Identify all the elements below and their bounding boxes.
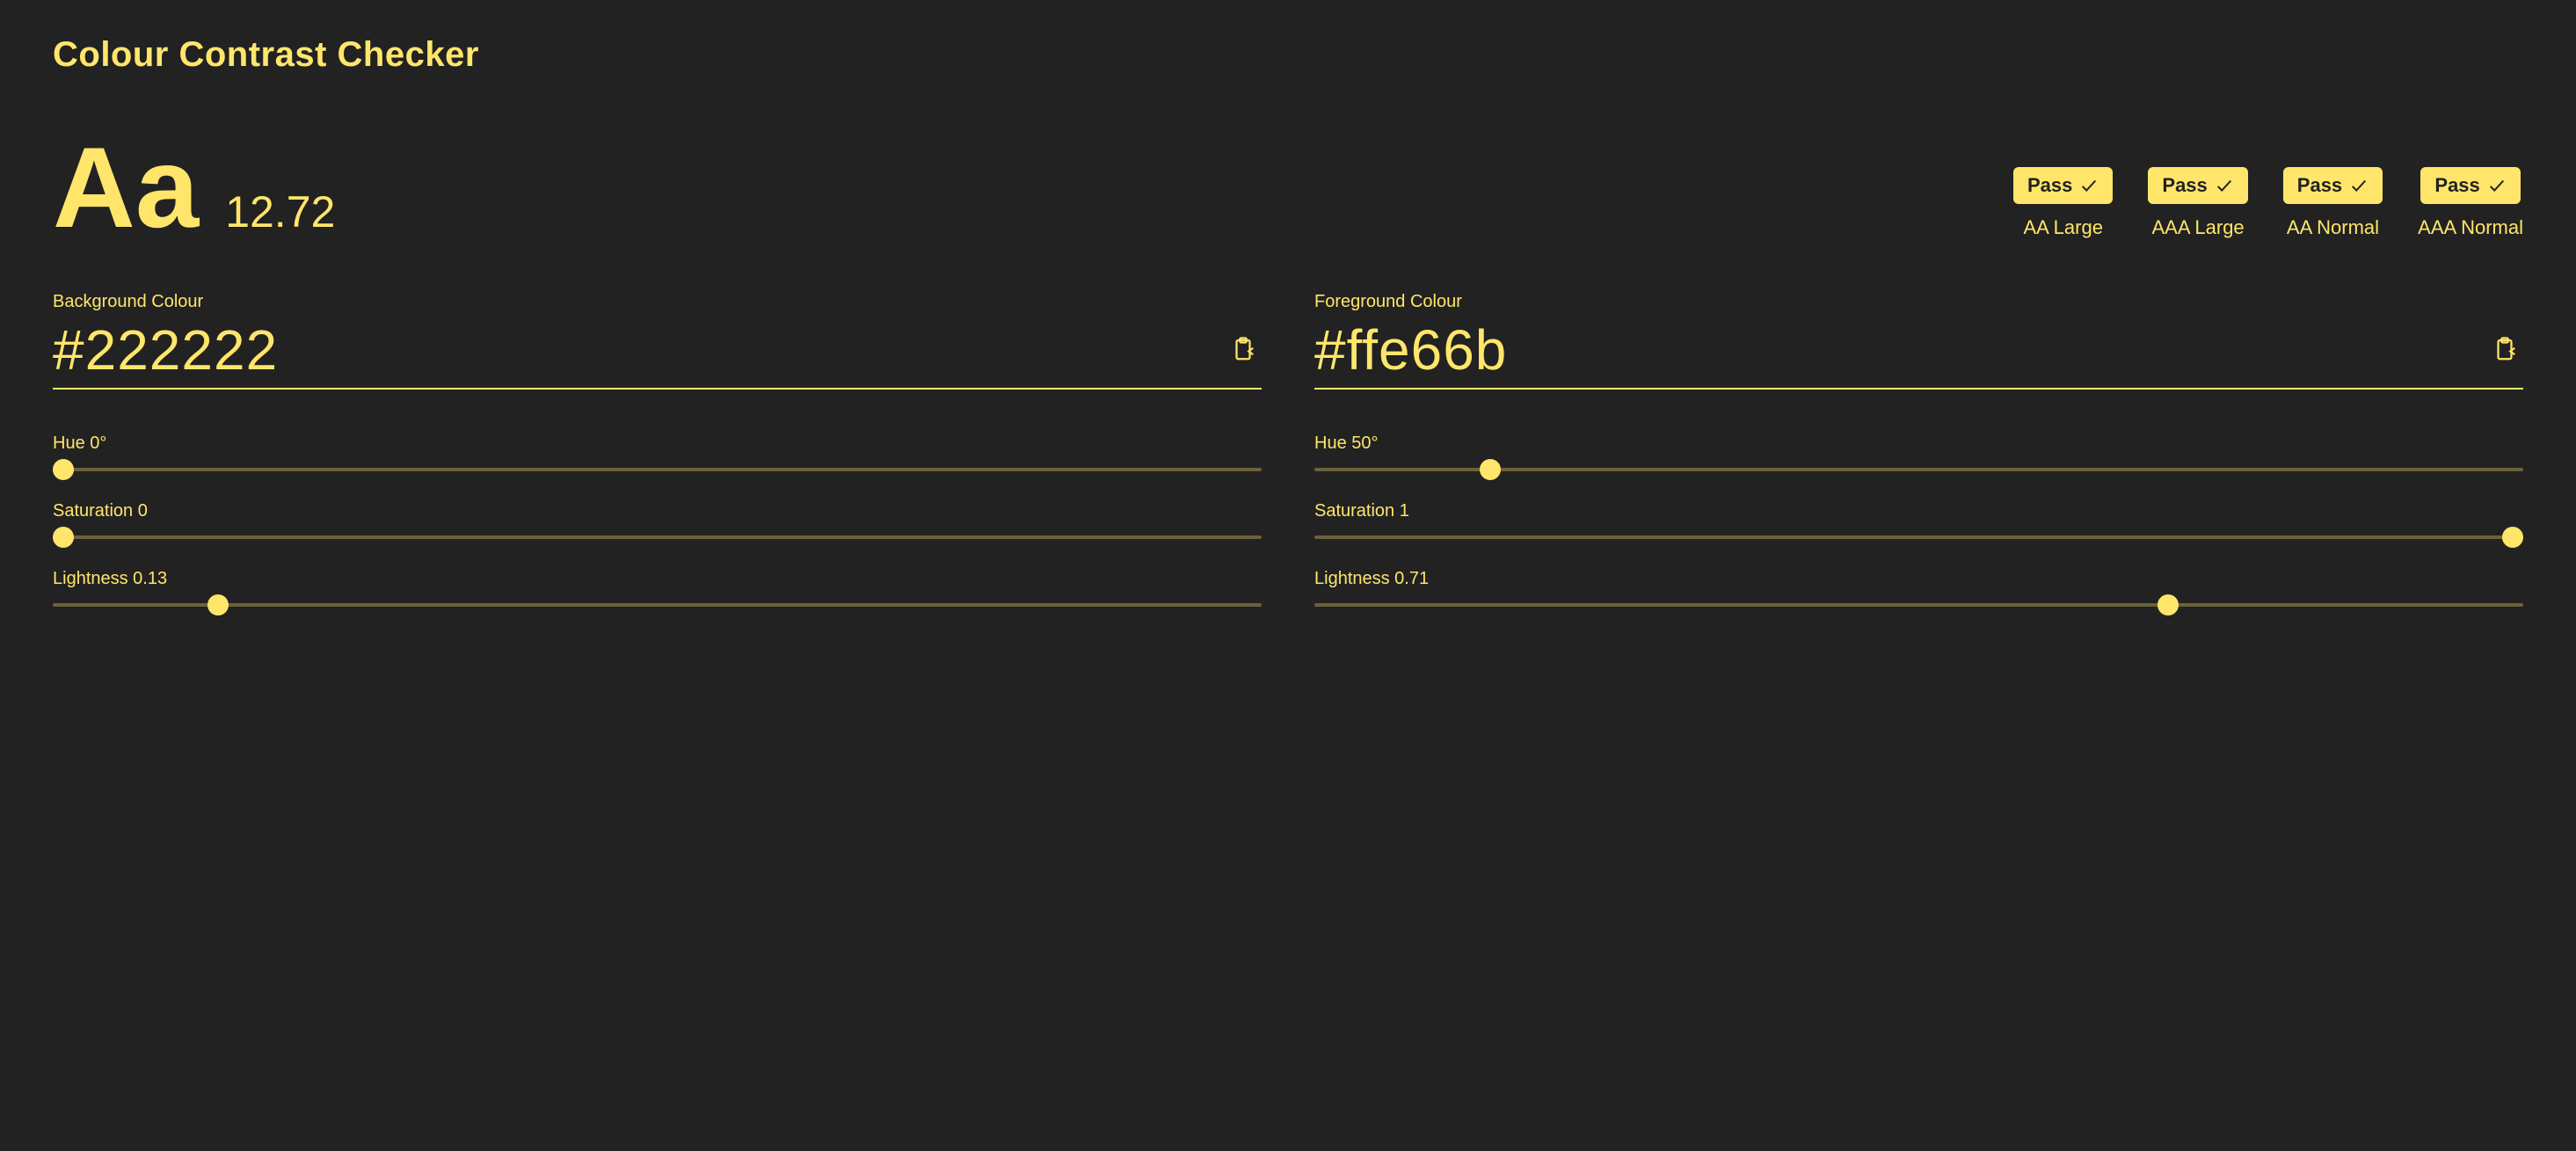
bg-saturation-slider[interactable] bbox=[53, 527, 1262, 548]
slider-thumb[interactable] bbox=[53, 459, 74, 480]
sample-text: Aa bbox=[53, 136, 199, 239]
check-icon bbox=[2349, 176, 2369, 195]
fg-hue-label: Hue 50° bbox=[1314, 433, 2523, 454]
badge-aa-normal-status: Pass bbox=[2283, 167, 2383, 204]
slider-track bbox=[1314, 535, 2523, 539]
page-title: Colour Contrast Checker bbox=[53, 35, 2523, 75]
check-icon bbox=[2079, 176, 2099, 195]
badge-status-text: Pass bbox=[2297, 174, 2342, 197]
badge-aaa-large-status: Pass bbox=[2148, 167, 2247, 204]
fg-hue-slider[interactable] bbox=[1314, 459, 2523, 480]
fg-saturation-label: Saturation 1 bbox=[1314, 501, 2523, 521]
clipboard-paste-icon bbox=[1230, 336, 1256, 362]
compliance-badges: Pass AA Large Pass AAA Large Pass AA Nor… bbox=[2013, 167, 2523, 239]
slider-thumb[interactable] bbox=[2502, 527, 2523, 548]
badge-aa-normal: Pass AA Normal bbox=[2283, 167, 2383, 239]
bg-hue-slider[interactable] bbox=[53, 459, 1262, 480]
badge-aaa-normal: Pass AAA Normal bbox=[2418, 167, 2523, 239]
contrast-ratio: 12.72 bbox=[225, 186, 335, 237]
slider-thumb[interactable] bbox=[1480, 459, 1501, 480]
slider-track bbox=[53, 468, 1262, 471]
background-column: Background Colour Hue 0° Saturation 0 bbox=[53, 292, 1262, 637]
check-icon bbox=[2487, 176, 2507, 195]
badge-status-text: Pass bbox=[2162, 174, 2207, 197]
background-hex-input[interactable] bbox=[53, 317, 1225, 382]
badge-aaa-large-label: AAA Large bbox=[2151, 216, 2244, 239]
slider-thumb[interactable] bbox=[53, 527, 74, 548]
slider-thumb[interactable] bbox=[207, 594, 229, 616]
foreground-label: Foreground Colour bbox=[1314, 292, 2523, 312]
background-label: Background Colour bbox=[53, 292, 1262, 312]
sample-block: Aa 12.72 bbox=[53, 136, 335, 239]
slider-track bbox=[1314, 603, 2523, 607]
badge-aaa-large: Pass AAA Large bbox=[2148, 167, 2247, 239]
foreground-column: Foreground Colour Hue 50° Saturation 1 bbox=[1314, 292, 2523, 637]
badge-aa-normal-label: AA Normal bbox=[2287, 216, 2379, 239]
fg-lightness-slider[interactable] bbox=[1314, 594, 2523, 616]
badge-status-text: Pass bbox=[2434, 174, 2479, 197]
check-icon bbox=[2215, 176, 2234, 195]
bg-hue-label: Hue 0° bbox=[53, 433, 1262, 454]
foreground-hex-input[interactable] bbox=[1314, 317, 2486, 382]
fg-lightness-label: Lightness 0.71 bbox=[1314, 569, 2523, 589]
bg-saturation-label: Saturation 0 bbox=[53, 501, 1262, 521]
background-paste-button[interactable] bbox=[1225, 331, 1262, 370]
slider-track bbox=[53, 603, 1262, 607]
badge-aa-large: Pass AA Large bbox=[2013, 167, 2113, 239]
badge-aaa-normal-label: AAA Normal bbox=[2418, 216, 2523, 239]
foreground-paste-button[interactable] bbox=[2486, 331, 2523, 370]
badge-status-text: Pass bbox=[2027, 174, 2072, 197]
badge-aaa-normal-status: Pass bbox=[2420, 167, 2520, 204]
fg-saturation-slider[interactable] bbox=[1314, 527, 2523, 548]
bg-lightness-label: Lightness 0.13 bbox=[53, 569, 1262, 589]
badge-aa-large-status: Pass bbox=[2013, 167, 2113, 204]
badge-aa-large-label: AA Large bbox=[2023, 216, 2103, 239]
bg-lightness-slider[interactable] bbox=[53, 594, 1262, 616]
slider-track bbox=[53, 535, 1262, 539]
clipboard-paste-icon bbox=[2492, 336, 2518, 362]
slider-thumb[interactable] bbox=[2158, 594, 2179, 616]
